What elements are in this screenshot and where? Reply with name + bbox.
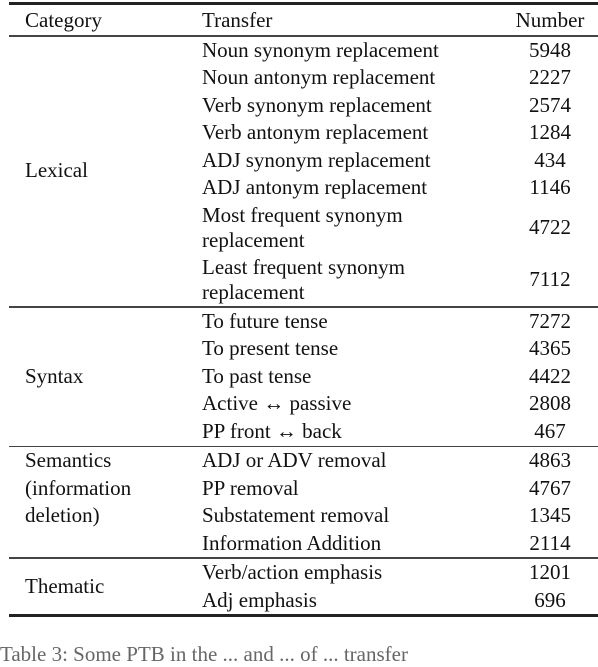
- category-semantics-line1: Semantics: [25, 448, 112, 473]
- transfer-cell: To past tense: [202, 363, 312, 388]
- header-category: Category: [25, 8, 102, 32]
- transfer-cell: To present tense: [202, 336, 339, 361]
- number-cell: 1345: [529, 503, 571, 528]
- transfer-line: Most frequent synonym: [202, 203, 403, 228]
- transfer-cell: PP removal: [202, 475, 299, 500]
- transfer-cell: Noun antonym replacement: [202, 65, 436, 90]
- header-number: Number: [515, 8, 585, 32]
- group-lexical: Lexical Noun synonym replacement 5948 No…: [9, 37, 598, 307]
- number-cell: 4422: [529, 363, 571, 388]
- bottom-rule: [9, 614, 598, 618]
- table-row: Semantics ADJ or ADV removal 4863: [9, 447, 598, 475]
- number-cell: 4767: [529, 475, 571, 500]
- category-semantics-line3: deletion): [25, 503, 100, 528]
- transfer-cell: Substatement removal: [202, 503, 390, 528]
- table-row: Information Addition 2114: [9, 530, 598, 558]
- number-cell: 4863: [529, 448, 571, 473]
- transfer-table: Category Transfer Number: [9, 5, 598, 35]
- number-cell: 2808: [529, 391, 571, 416]
- table-row: Syntax To future tense 7272: [9, 308, 598, 388]
- table-row: (information PP removal 4767: [9, 475, 598, 503]
- transfer-cell: Information Addition: [202, 530, 382, 555]
- header-row: Category Transfer Number: [9, 5, 598, 35]
- number-cell: 1201: [529, 559, 571, 584]
- group-semantics: Semantics ADJ or ADV removal 4863 (infor…: [9, 447, 598, 557]
- transfer-cell: Verb antonym replacement: [202, 120, 429, 145]
- category-syntax: Syntax: [25, 363, 84, 388]
- transfer-cell: Least frequent synonym replacement: [202, 254, 502, 306]
- transfer-cell: Most frequent synonym replacement: [202, 202, 502, 254]
- table-row: Lexical Noun synonym replacement 5948: [9, 37, 598, 183]
- transfer-cell: ADJ antonym replacement: [202, 175, 428, 200]
- transfer-line: replacement: [202, 228, 305, 253]
- transfer-cell: Verb synonym replacement: [202, 92, 432, 117]
- transfer-cell: Verb/action emphasis: [202, 559, 383, 584]
- table-caption: Table 3: Some PTB in the ... and ... of …: [0, 642, 408, 666]
- group-syntax: Syntax To future tense 7272 To present t…: [9, 308, 598, 446]
- number-cell: 5948: [529, 37, 571, 62]
- number-cell: 7112: [529, 267, 571, 292]
- category-thematic: Thematic: [25, 573, 105, 598]
- category-semantics-line2: (information: [25, 475, 132, 500]
- header-transfer: Transfer: [202, 8, 273, 32]
- number-cell: 4722: [529, 215, 571, 240]
- group-thematic: Thematic Verb/action emphasis 1201 Adj e…: [9, 559, 598, 614]
- number-cell: 467: [534, 418, 566, 443]
- category-lexical: Lexical: [25, 158, 88, 183]
- number-cell: 2227: [529, 65, 571, 90]
- number-cell: 1284: [529, 120, 571, 145]
- number-cell: 696: [534, 587, 566, 612]
- data-table-container: Category Transfer Number Lexical Noun sy…: [9, 0, 598, 618]
- transfer-cell: ADJ synonym replacement: [202, 147, 431, 172]
- transfer-cell: ADJ or ADV removal: [202, 448, 387, 473]
- number-cell: 1146: [529, 175, 571, 200]
- transfer-cell: Adj emphasis: [202, 587, 317, 612]
- table-row: Thematic Verb/action emphasis 1201: [9, 559, 598, 598]
- transfer-cell: Noun synonym replacement: [202, 37, 439, 62]
- number-cell: 434: [534, 147, 566, 172]
- table-row: deletion) Substatement removal 1345: [9, 502, 598, 530]
- transfer-cell: Active ↔ passive: [202, 391, 352, 416]
- transfer-cell: PP front ↔ back: [202, 418, 342, 443]
- number-cell: 2114: [529, 530, 571, 555]
- transfer-line: Least frequent synonym: [202, 255, 405, 280]
- transfer-cell: To future tense: [202, 308, 328, 333]
- number-cell: 7272: [529, 308, 571, 333]
- transfer-line: replacement: [202, 280, 305, 305]
- number-cell: 2574: [529, 92, 571, 117]
- number-cell: 4365: [529, 336, 571, 361]
